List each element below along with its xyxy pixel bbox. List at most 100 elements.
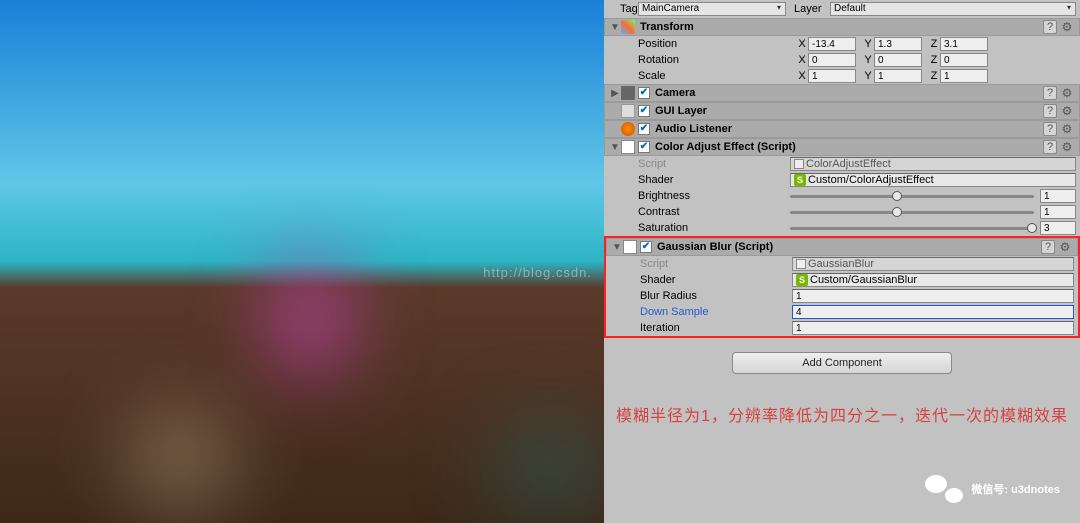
wechat-icon xyxy=(925,473,963,505)
gear-icon[interactable]: ⚙ xyxy=(1059,20,1075,34)
audio-header[interactable]: ✔ Audio Listener ?⚙ xyxy=(604,120,1080,138)
position-label: Position xyxy=(608,38,790,50)
g-shader-label: Shader xyxy=(610,274,792,286)
gear-icon[interactable]: ⚙ xyxy=(1059,122,1075,136)
gear-icon[interactable]: ⚙ xyxy=(1057,240,1073,254)
guilayer-header[interactable]: ✔ GUI Layer ?⚙ xyxy=(604,102,1080,120)
rotation-label: Rotation xyxy=(608,54,790,66)
g-shader-field[interactable]: SCustom/GaussianBlur xyxy=(792,273,1074,287)
scale-x[interactable] xyxy=(808,69,856,83)
g-blur-label: Blur Radius xyxy=(610,290,792,302)
ca-contrast-row: Contrast xyxy=(604,204,1080,220)
layer-dropdown[interactable]: Default xyxy=(830,2,1076,16)
gear-icon[interactable]: ⚙ xyxy=(1059,140,1075,154)
ca-brightness-row: Brightness xyxy=(604,188,1080,204)
transform-title: Transform xyxy=(640,21,694,33)
shader-icon: S xyxy=(796,274,808,286)
iteration-input[interactable] xyxy=(792,321,1074,335)
position-row: Position X Y Z xyxy=(604,36,1080,52)
help-icon[interactable]: ? xyxy=(1043,104,1057,118)
camera-enable-checkbox[interactable]: ✔ xyxy=(638,87,650,99)
g-iter-label: Iteration xyxy=(610,322,792,334)
foldout-icon[interactable]: ▶ xyxy=(609,88,621,99)
z-label: Z xyxy=(928,38,940,50)
help-icon[interactable]: ? xyxy=(1043,20,1057,34)
help-icon[interactable]: ? xyxy=(1043,86,1057,100)
brightness-value[interactable] xyxy=(1040,189,1076,203)
foldout-icon[interactable]: ▼ xyxy=(609,22,621,33)
script-icon xyxy=(621,140,635,154)
x-label: X xyxy=(796,38,808,50)
tag-layer-row: Tag MainCamera Layer Default xyxy=(604,0,1080,18)
gaussian-header[interactable]: ▼ ✔ Gaussian Blur (Script) ?⚙ xyxy=(606,238,1078,256)
rotation-x[interactable] xyxy=(808,53,856,67)
foldout-icon[interactable]: ▼ xyxy=(609,142,621,153)
scale-y[interactable] xyxy=(874,69,922,83)
transform-icon xyxy=(621,20,635,34)
shader-icon: S xyxy=(794,174,806,186)
gaussian-title: Gaussian Blur (Script) xyxy=(657,241,773,253)
position-x[interactable] xyxy=(808,37,856,51)
guilayer-enable-checkbox[interactable]: ✔ xyxy=(638,105,650,117)
highlighted-component: ▼ ✔ Gaussian Blur (Script) ?⚙ Script Gau… xyxy=(604,236,1080,338)
saturation-slider[interactable] xyxy=(790,221,1034,235)
audio-title: Audio Listener xyxy=(655,123,732,135)
watermark-text: http://blog.csdn. xyxy=(483,265,592,280)
ca-shader-row: Shader SCustom/ColorAdjustEffect xyxy=(604,172,1080,188)
inspector-panel: Tag MainCamera Layer Default ▼ Transform… xyxy=(604,0,1080,523)
camera-header[interactable]: ▶ ✔ Camera ?⚙ xyxy=(604,84,1080,102)
position-z[interactable] xyxy=(940,37,988,51)
guilayer-title: GUI Layer xyxy=(655,105,707,117)
tag-label: Tag xyxy=(608,3,638,15)
coloradjust-enable-checkbox[interactable]: ✔ xyxy=(638,141,650,153)
ca-saturation-label: Saturation xyxy=(608,222,790,234)
brightness-slider[interactable] xyxy=(790,189,1034,203)
ca-contrast-label: Contrast xyxy=(608,206,790,218)
foldout-icon[interactable]: ▼ xyxy=(611,242,623,253)
down-sample-input[interactable] xyxy=(792,305,1074,319)
g-script-label: Script xyxy=(610,258,792,270)
layer-label: Layer xyxy=(786,3,830,15)
rotation-z[interactable] xyxy=(940,53,988,67)
g-script-row: Script GaussianBlur xyxy=(606,256,1078,272)
ca-script-row: Script ColorAdjustEffect xyxy=(604,156,1080,172)
contrast-value[interactable] xyxy=(1040,205,1076,219)
tag-dropdown[interactable]: MainCamera xyxy=(638,2,786,16)
obj-icon xyxy=(796,259,806,269)
help-icon[interactable]: ? xyxy=(1043,140,1057,154)
ca-script-field[interactable]: ColorAdjustEffect xyxy=(790,157,1076,171)
contrast-slider[interactable] xyxy=(790,205,1034,219)
camera-icon xyxy=(621,86,635,100)
gaussian-enable-checkbox[interactable]: ✔ xyxy=(640,241,652,253)
ca-saturation-row: Saturation xyxy=(604,220,1080,236)
rotation-row: Rotation X Y Z xyxy=(604,52,1080,68)
scale-z[interactable] xyxy=(940,69,988,83)
scale-row: Scale X Y Z xyxy=(604,68,1080,84)
ca-shader-field[interactable]: SCustom/ColorAdjustEffect xyxy=(790,173,1076,187)
blur-particle xyxy=(250,220,370,420)
game-view: http://blog.csdn. xyxy=(0,0,604,523)
gear-icon[interactable]: ⚙ xyxy=(1059,104,1075,118)
ca-script-label: Script xyxy=(608,158,790,170)
add-component-button[interactable]: Add Component xyxy=(732,352,952,374)
g-script-field[interactable]: GaussianBlur xyxy=(792,257,1074,271)
g-down-row: Down Sample xyxy=(606,304,1078,320)
position-y[interactable] xyxy=(874,37,922,51)
transform-header[interactable]: ▼ Transform ? ⚙ xyxy=(604,18,1080,36)
guilayer-icon xyxy=(621,104,635,118)
obj-icon xyxy=(794,159,804,169)
gear-icon[interactable]: ⚙ xyxy=(1059,86,1075,100)
y-label: Y xyxy=(862,38,874,50)
blur-radius-input[interactable] xyxy=(792,289,1074,303)
audio-enable-checkbox[interactable]: ✔ xyxy=(638,123,650,135)
g-down-label: Down Sample xyxy=(610,306,792,318)
audio-icon xyxy=(621,122,635,136)
help-icon[interactable]: ? xyxy=(1043,122,1057,136)
rotation-y[interactable] xyxy=(874,53,922,67)
g-iter-row: Iteration xyxy=(606,320,1078,336)
help-icon[interactable]: ? xyxy=(1041,240,1055,254)
saturation-value[interactable] xyxy=(1040,221,1076,235)
coloradjust-header[interactable]: ▼ ✔ Color Adjust Effect (Script) ?⚙ xyxy=(604,138,1080,156)
blur-glow xyxy=(100,400,260,520)
wechat-badge: 微信号: u3dnotes xyxy=(925,473,1060,505)
